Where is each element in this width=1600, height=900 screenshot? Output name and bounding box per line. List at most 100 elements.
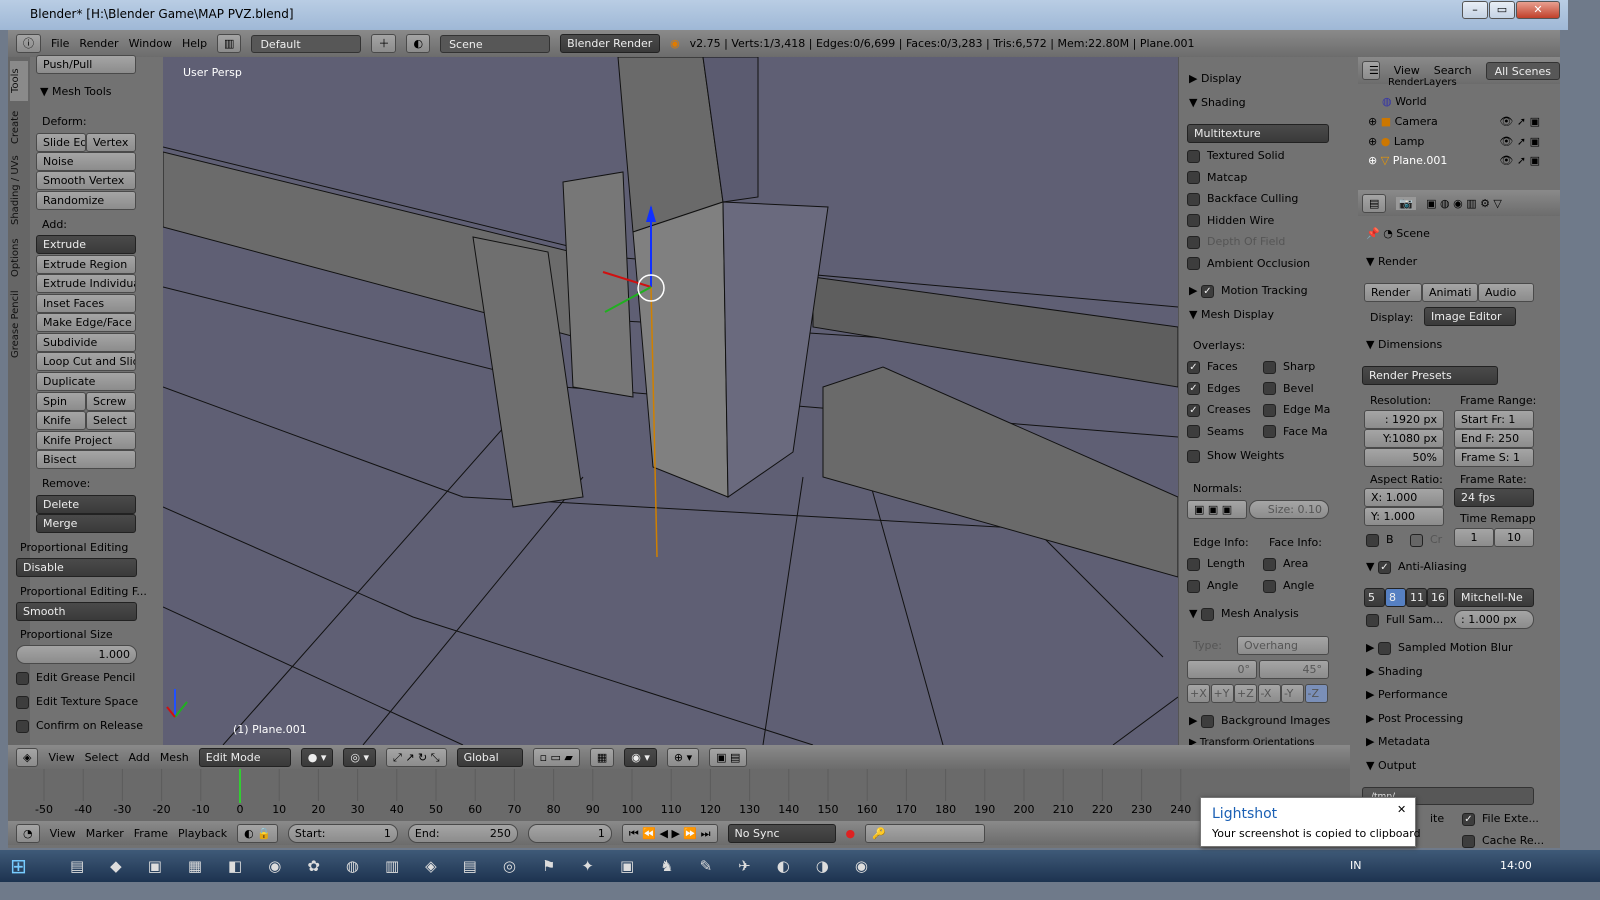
view-menu[interactable]: View [48, 751, 74, 764]
resolution-x-field[interactable]: : 1920 px [1364, 410, 1444, 429]
cache-result-checkbox[interactable]: Cache Re... [1462, 834, 1544, 848]
properties-editor-icon[interactable]: ▤ [1362, 193, 1387, 213]
sync-dropdown[interactable]: No Sync [727, 823, 836, 843]
face-angle-checkbox[interactable]: Angle [1263, 579, 1314, 593]
bisect-button[interactable]: Bisect [36, 450, 136, 469]
props-section-header[interactable]: ▶ Sampled Motion Blur [1366, 641, 1513, 655]
extrude-dropdown[interactable]: Extrude [36, 235, 136, 254]
file-extensions-checkbox[interactable]: ✓ File Exte... [1462, 812, 1539, 826]
prop-edit-dropdown[interactable]: Disable [16, 558, 137, 577]
frame-start-field[interactable]: Start Fr: 1 [1454, 410, 1534, 429]
tab-create[interactable]: Create [10, 105, 28, 150]
frame-step-field[interactable]: Frame S: 1 [1454, 448, 1534, 467]
close-button[interactable]: ✕ [1516, 1, 1560, 19]
duplicate-button[interactable]: Duplicate [36, 372, 136, 391]
axis-button[interactable]: +Y [1210, 684, 1234, 703]
lightshot-notification[interactable]: Lightshot Your screenshot is copied to c… [1200, 797, 1421, 847]
timeline-marker-menu[interactable]: Marker [86, 827, 124, 840]
prop-falloff-dropdown[interactable]: Smooth [16, 602, 137, 621]
tab-shading-uvs[interactable]: Shading / UVs [10, 153, 28, 228]
tab-options[interactable]: Options [10, 233, 28, 283]
motion-tracking-header[interactable]: ▶ ✓ Motion Tracking [1189, 284, 1308, 298]
shading-panel-header[interactable]: ▼ Shading [1189, 96, 1246, 109]
render-icons[interactable]: ▣ ▤ [709, 747, 748, 767]
current-frame-field[interactable]: 1 [527, 823, 612, 843]
outliner-menu-search[interactable]: Search [1434, 64, 1472, 77]
outliner-item[interactable]: ⊕ ● Lamp 👁 ➚ ▣ [1368, 135, 1548, 148]
crop-checkbox[interactable]: Cr [1410, 533, 1442, 547]
shading-option-checkbox[interactable]: Backface Culling [1187, 192, 1298, 206]
props-section-header[interactable]: ▶ Metadata [1366, 735, 1430, 748]
remap-new-field[interactable]: 10 [1494, 528, 1534, 547]
aspect-y-field[interactable]: Y: 1.000 [1364, 507, 1444, 526]
audio-button[interactable]: Audio [1478, 283, 1534, 302]
taskbar-app-icons[interactable]: ▤◆▣▦◧◉✿◍▥◈▤◎⚑✦▣♞✎✈◐◑◉ [70, 857, 894, 875]
viewport-shading-dropdown[interactable]: ● ▾ [300, 747, 334, 767]
aa-samples-button[interactable]: 16 [1427, 588, 1448, 607]
knife-select-button[interactable]: Select [86, 411, 136, 430]
min-angle-field[interactable]: 0° [1187, 660, 1257, 679]
loop-cut-button[interactable]: Loop Cut and Slide [36, 352, 136, 371]
show-weights-checkbox[interactable]: Show Weights [1187, 449, 1284, 463]
aa-filter-dropdown[interactable]: Mitchell-Ne [1454, 588, 1534, 607]
visibility-icon[interactable]: 👁 ➚ ▣ [1499, 115, 1540, 128]
start-button[interactable]: ⊞ [10, 854, 27, 878]
knife-project-button[interactable]: Knife Project [36, 431, 136, 450]
aa-samples-button[interactable]: 8 [1385, 588, 1406, 607]
aa-samples-button[interactable]: 11 [1406, 588, 1427, 607]
shading-option-checkbox[interactable]: Matcap [1187, 171, 1247, 184]
vertex-slide-button[interactable]: Vertex [86, 133, 136, 152]
props-section-header[interactable]: ▶ Performance [1366, 688, 1448, 701]
language-indicator[interactable]: IN [1350, 859, 1361, 872]
edit-texture-space-checkbox[interactable]: Edit Texture Space [16, 695, 138, 709]
frame-rate-dropdown[interactable]: 24 fps [1454, 488, 1534, 507]
spin-button[interactable]: Spin [36, 392, 86, 411]
edge-length-checkbox[interactable]: Length [1187, 557, 1245, 571]
make-edge-face-button[interactable]: Make Edge/Face [36, 313, 136, 332]
max-angle-field[interactable]: 45° [1259, 660, 1329, 679]
keying-set-field[interactable]: 🔑 [865, 823, 986, 843]
manipulator-icons[interactable]: ⤢ ↗ ↻ ⤡ [386, 747, 447, 767]
outliner-filter-select[interactable]: All Scenes [1485, 61, 1560, 80]
mesh-tools-header[interactable]: ▼ Mesh Tools [40, 85, 112, 98]
frame-end-field[interactable]: End F: 250 [1454, 429, 1534, 448]
shading-option-checkbox[interactable]: Ambient Occlusion [1187, 257, 1310, 270]
noise-button[interactable]: Noise [36, 152, 136, 171]
3d-viewport[interactable]: User Persp (1) Plane.001 [163, 57, 1178, 745]
visibility-icon[interactable]: 👁 ➚ ▣ [1499, 135, 1540, 148]
tab-grease-pencil[interactable]: Grease Pencil [10, 287, 28, 362]
timeline[interactable]: -50 -40 -30 -20 -10 0 10 20 30 40 50 60 70 80 90 100 110… [8, 769, 1350, 821]
edit-grease-pencil-checkbox[interactable]: Edit Grease Pencil [16, 671, 135, 685]
resolution-y-field[interactable]: Y:1080 px [1364, 429, 1444, 448]
extrude-region-button[interactable]: Extrude Region [36, 255, 136, 274]
subdivide-button[interactable]: Subdivide [36, 333, 136, 352]
shading-option-checkbox[interactable]: Textured Solid [1187, 149, 1285, 163]
proportional-dropdown[interactable]: ◉ ▾ [624, 747, 657, 767]
occlude-icon[interactable]: ▦ [589, 747, 615, 767]
timeline-frame-menu[interactable]: Frame [134, 827, 168, 840]
border-checkbox[interactable]: B [1366, 533, 1394, 547]
shading-option-checkbox[interactable]: Hidden Wire [1187, 214, 1274, 227]
scene-tabs-icons[interactable]: ▣ ◍ ◉ ▥ ⚙ ▽ [1426, 197, 1502, 210]
orientation-dropdown[interactable]: Global [456, 747, 523, 767]
timeline-view-menu[interactable]: View [50, 827, 76, 840]
edge-angle-checkbox[interactable]: Angle [1187, 579, 1238, 593]
props-section-header[interactable]: ▶ Shading [1366, 665, 1423, 678]
remap-old-field[interactable]: 1 [1454, 528, 1494, 547]
scene-icon[interactable]: ◐ [406, 34, 431, 53]
preview-range-icon[interactable]: ◐ 🔒 [237, 823, 278, 843]
mesh-menu[interactable]: Mesh [160, 751, 189, 764]
background-images-header[interactable]: ▶ Background Images [1189, 714, 1330, 728]
full-sample-checkbox[interactable]: Full Sam... [1366, 613, 1443, 627]
knife-button[interactable]: Knife [36, 411, 86, 430]
aspect-x-field[interactable]: X: 1.000 [1364, 488, 1444, 507]
outliner-item[interactable]: ◍ World [1382, 95, 1427, 108]
mesh-display-header[interactable]: ▼ Mesh Display [1189, 308, 1274, 321]
outliner-editor-icon[interactable]: ☰ [1362, 61, 1380, 80]
overlay-checkbox[interactable]: Seams [1187, 425, 1244, 438]
menu-render[interactable]: Render [79, 37, 118, 50]
outliner-item[interactable]: RenderLayers [1388, 77, 1457, 88]
record-icon[interactable]: ● [846, 827, 856, 840]
timeline-editor-icon[interactable]: ◔ [16, 823, 40, 843]
confirm-on-release-checkbox[interactable]: Confirm on Release [16, 719, 143, 733]
